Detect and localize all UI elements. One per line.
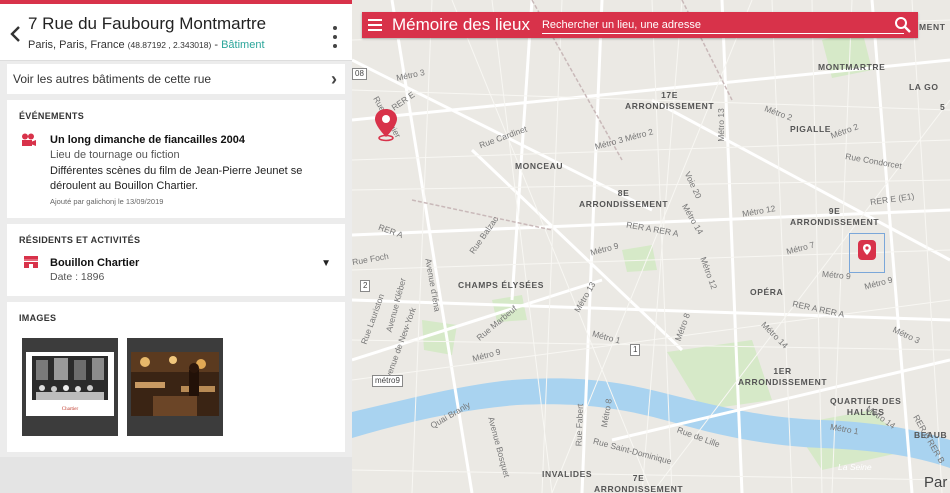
other-buildings-link[interactable]: Voir les autres bâtiments de cette rue ›: [7, 64, 345, 94]
selected-marker-badge: [858, 240, 876, 260]
map-district-label-line: 8E: [617, 188, 630, 198]
map-district-label: OPÉRA: [750, 287, 784, 297]
caret-down-icon[interactable]: ▼: [321, 258, 331, 269]
storefront-icon: [24, 256, 38, 268]
map-district-label-line: ARRONDISSEMENT: [738, 377, 828, 387]
app-brand[interactable]: Mémoire des lieux: [392, 15, 530, 35]
images-heading: IMAGES: [19, 313, 57, 323]
map-district-label-line: ARRONDISSEMENT: [579, 199, 669, 209]
place-separator: -: [211, 39, 222, 51]
menu-line: [368, 19, 382, 21]
map-district-label-line: 1ER: [773, 366, 792, 376]
map-street-label: Rue Fabert: [573, 403, 586, 447]
search-icon[interactable]: [894, 16, 912, 34]
map-district-label: 17E ARRONDISSEMENT: [625, 90, 714, 112]
residents-heading: RÉSIDENTS ET ACTIVITÉS: [19, 235, 141, 245]
map-street-label: La Seine: [838, 462, 872, 472]
events-heading: ÉVÉNEMENTS: [19, 111, 85, 121]
place-panel: 7 Rue du Faubourg Montmartre Paris, Pari…: [0, 0, 352, 493]
search-input[interactable]: [541, 16, 904, 34]
map-route-shield: métro9: [372, 375, 403, 387]
resident-name[interactable]: Bouillon Chartier: [50, 257, 139, 269]
kebab-dot-icon: [333, 44, 337, 48]
place-header: 7 Rue du Faubourg Montmartre Paris, Pari…: [0, 4, 352, 61]
map-route-shield: 08: [352, 68, 367, 80]
menu-line: [368, 29, 382, 31]
event-type: Lieu de tournage ou fiction: [50, 149, 180, 161]
map-district-label: LA GO: [909, 82, 939, 92]
map-district-label: 1ER ARRONDISSEMENT: [738, 366, 827, 388]
map-route-shield: 2: [360, 280, 371, 292]
panel-footer: [0, 457, 352, 493]
chevron-left-icon: [10, 26, 20, 42]
place-subtitle: Paris, Paris, France (48.87192 , 2.34301…: [28, 39, 265, 51]
selected-marker[interactable]: [849, 233, 885, 273]
film-camera-icon: [22, 133, 36, 146]
map-district-label-line: 9E: [828, 206, 841, 216]
map-district-label: 9E ARRONDISSEMENT: [790, 206, 879, 228]
place-type-link[interactable]: Bâtiment: [221, 39, 264, 51]
back-button[interactable]: [8, 24, 22, 44]
map-district-label: INVALIDES: [542, 469, 593, 479]
resident-date: Date : 1896: [50, 271, 105, 283]
photo-color-interior: [131, 352, 219, 416]
map-district-label-line: ARRONDISSEMENT: [594, 484, 684, 493]
other-buildings-label: Voir les autres bâtiments de cette rue: [13, 72, 212, 86]
event-description: Différentes scènes du film de Jean-Pierr…: [50, 165, 303, 192]
map-district-label: 8E ARRONDISSEMENT: [579, 188, 668, 210]
place-title: 7 Rue du Faubourg Montmartre: [28, 14, 267, 33]
map-city-label: Par: [924, 474, 948, 491]
residents-card: RÉSIDENTS ET ACTIVITÉS Bouillon Chartier…: [7, 224, 345, 296]
events-card: ÉVÉNEMENTS Un long dimanche de fiancaill…: [7, 100, 345, 218]
map-district-label: 5: [940, 102, 946, 112]
map-district-label: PIGALLE: [790, 124, 832, 134]
menu-line: [368, 24, 382, 26]
map-district-label: MONTMARTRE: [818, 62, 886, 72]
image-thumbnail[interactable]: Chartier: [22, 338, 118, 436]
event-added-by: Ajouté par galichonj le 13/09/2019: [50, 197, 164, 206]
map-district-label-line: ARRONDISSEMENT: [625, 101, 715, 111]
map-district-label-line: 17E: [661, 90, 679, 100]
image-thumbnail[interactable]: [127, 338, 223, 436]
map-district-label: MONCEAU: [515, 161, 564, 171]
map-view[interactable]: MONTMARTRE LA GO MENT 5 17E ARRONDISSEMEN…: [352, 0, 950, 493]
map-district-label-line: 7E: [632, 473, 645, 483]
map-district-label: MENT: [919, 22, 946, 32]
thumbnail-caption: Chartier: [61, 407, 79, 412]
map-route-shield: 1: [630, 344, 641, 356]
place-coords: (48.87192 , 2.343018): [127, 40, 212, 50]
images-card: IMAGES Chartier: [7, 302, 345, 452]
map-street-label: Métro 13: [715, 108, 726, 142]
map-search-bar: Mémoire des lieux: [362, 12, 918, 38]
chevron-right-icon: ›: [331, 68, 337, 89]
map-pin-icon: [863, 244, 871, 255]
kebab-dot-icon: [333, 26, 337, 30]
kebab-dot-icon: [333, 35, 337, 39]
map-district-label-line: ARRONDISSEMENT: [790, 217, 880, 227]
map-district-label-line: QUARTIER DES: [830, 396, 902, 406]
map-district-label: 7E ARRONDISSEMENT: [594, 473, 683, 493]
place-location: Paris, Paris, France: [28, 39, 125, 51]
map-district-label: CHAMPS ÉLYSÉES: [458, 280, 545, 290]
event-name[interactable]: Un long dimanche de fiancailles 2004: [50, 134, 245, 146]
hamburger-menu-icon[interactable]: [362, 12, 388, 38]
more-options-button[interactable]: [332, 26, 338, 48]
map-pin-icon[interactable]: [374, 108, 398, 142]
